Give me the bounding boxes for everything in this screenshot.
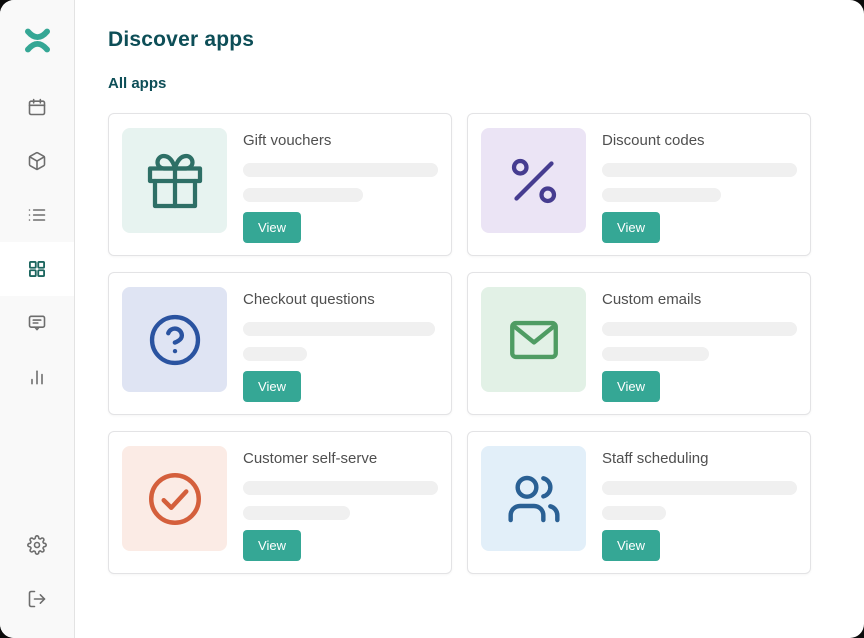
percent-icon <box>504 151 564 211</box>
card-body: Checkout questions View <box>243 287 435 400</box>
skeleton-line <box>243 481 438 495</box>
skeleton-line <box>602 163 797 177</box>
card-body: Customer self-serve View <box>243 446 437 559</box>
app-tile <box>481 128 586 233</box>
view-button-discount-codes[interactable]: View <box>602 212 660 243</box>
skeleton-line <box>243 322 435 336</box>
brand-logo-icon <box>24 28 51 53</box>
brand-logo[interactable] <box>0 0 74 80</box>
apps-grid: Gift vouchers View Discount codes <box>108 113 811 574</box>
sidebar-item-reports[interactable] <box>0 350 74 404</box>
app-card-title: Gift vouchers <box>243 131 437 151</box>
card-body: Discount codes View <box>602 128 796 241</box>
grid-icon <box>27 259 47 279</box>
mail-icon <box>505 311 563 369</box>
app-tile <box>481 287 586 392</box>
skeleton-line <box>243 506 350 520</box>
app-card-title: Customer self-serve <box>243 449 437 469</box>
app-card-title: Staff scheduling <box>602 449 796 469</box>
view-button-customer-self-serve[interactable]: View <box>243 530 301 561</box>
app-card-custom-emails: Custom emails View <box>467 272 811 415</box>
check-circle-icon <box>145 469 205 529</box>
sidebar-item-logout[interactable] <box>0 572 74 626</box>
message-icon <box>27 313 47 333</box>
app-card-gift-vouchers: Gift vouchers View <box>108 113 452 256</box>
view-button-staff-scheduling[interactable]: View <box>602 530 660 561</box>
skeleton-line <box>602 347 709 361</box>
skeleton-line <box>602 188 721 202</box>
app-card-staff-scheduling: Staff scheduling View <box>467 431 811 574</box>
card-body: Gift vouchers View <box>243 128 437 241</box>
sidebar-item-package[interactable] <box>0 134 74 188</box>
app-tile <box>122 446 227 551</box>
sidebar-item-apps[interactable] <box>0 242 74 296</box>
app-tile <box>122 128 227 233</box>
gear-icon <box>27 535 47 555</box>
view-button-checkout-questions[interactable]: View <box>243 371 301 402</box>
help-circle-icon <box>146 311 204 369</box>
calendar-icon <box>27 97 47 117</box>
app-card-discount-codes: Discount codes View <box>467 113 811 256</box>
gift-icon <box>145 151 205 211</box>
sidebar-item-settings[interactable] <box>0 518 74 572</box>
skeleton-line <box>602 481 797 495</box>
app-tile <box>122 287 227 392</box>
app-card-customer-self-serve: Customer self-serve View <box>108 431 452 574</box>
view-button-gift-vouchers[interactable]: View <box>243 212 301 243</box>
app-card-title: Checkout questions <box>243 290 435 310</box>
sidebar-item-calendar[interactable] <box>0 80 74 134</box>
skeleton-line <box>243 163 438 177</box>
card-body: Custom emails View <box>602 287 796 400</box>
app-tile <box>481 446 586 551</box>
page-title: Discover apps <box>108 28 811 52</box>
sidebar-bottom <box>0 518 74 638</box>
app-card-checkout-questions: Checkout questions View <box>108 272 452 415</box>
sidebar-spacer <box>0 404 74 518</box>
skeleton-line <box>602 322 797 336</box>
sidebar <box>0 0 75 638</box>
sidebar-item-messages[interactable] <box>0 296 74 350</box>
skeleton-line <box>243 188 363 202</box>
package-icon <box>27 151 47 171</box>
view-button-custom-emails[interactable]: View <box>602 371 660 402</box>
app-card-title: Custom emails <box>602 290 796 310</box>
app-card-title: Discount codes <box>602 131 796 151</box>
bar-chart-icon <box>27 367 47 387</box>
logout-icon <box>27 589 47 609</box>
list-icon <box>27 205 47 225</box>
users-icon <box>506 471 562 527</box>
main-content: Discover apps All apps Gift vouchers <box>75 0 864 638</box>
sidebar-item-list[interactable] <box>0 188 74 242</box>
card-body: Staff scheduling View <box>602 446 796 559</box>
section-label-all-apps: All apps <box>108 76 811 92</box>
skeleton-line <box>602 506 666 520</box>
skeleton-line <box>243 347 307 361</box>
app-window: Discover apps All apps Gift vouchers <box>0 0 864 638</box>
